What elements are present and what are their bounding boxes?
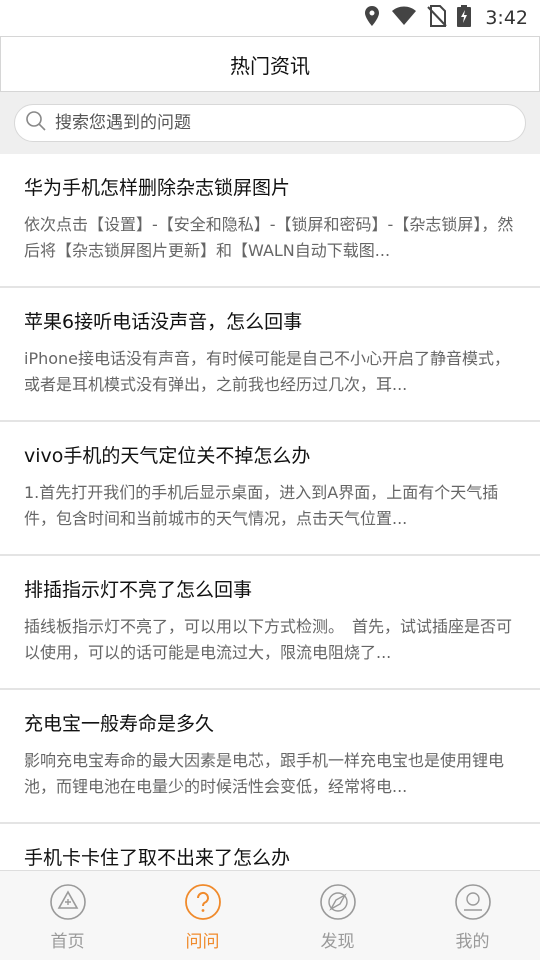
list-item[interactable]: 充电宝一般寿命是多久 影响充电宝寿命的最大因素是电芯，跟手机一样充电宝也是使用锂… xyxy=(0,690,540,824)
article-summary: 影响充电宝寿命的最大因素是电芯，跟手机一样充电宝也是使用锂电池，而锂电池在电量少… xyxy=(24,751,505,796)
header: 热门资讯 xyxy=(0,36,540,92)
compass-icon xyxy=(319,883,357,921)
search-icon xyxy=(25,110,47,136)
tab-profile[interactable]: 我的 xyxy=(405,871,540,960)
search-input[interactable] xyxy=(55,113,495,133)
status-bar: 3:42 xyxy=(0,0,540,36)
location-icon xyxy=(363,5,381,31)
clock: 3:42 xyxy=(485,7,528,29)
home-triangle-icon xyxy=(49,883,87,921)
article-title: 华为手机怎样删除杂志锁屏图片 xyxy=(24,177,291,199)
tab-home[interactable]: 首页 xyxy=(0,871,135,960)
tab-label: 首页 xyxy=(50,932,85,952)
wifi-icon xyxy=(391,6,417,30)
tab-label: 发现 xyxy=(320,932,355,952)
article-title: 充电宝一般寿命是多久 xyxy=(24,713,215,735)
no-sim-icon xyxy=(427,5,448,31)
question-icon xyxy=(184,883,222,921)
article-summary: 1.首先打开我们的手机后显示桌面，进入到A界面，上面有个天气插件，包含时间和当前… xyxy=(24,483,499,528)
list-item[interactable]: 排插指示灯不亮了怎么回事 插线板指示灯不亮了，可以用以下方式检测。 首先，试试插… xyxy=(0,556,540,690)
article-title: 排插指示灯不亮了怎么回事 xyxy=(24,579,253,601)
list-item[interactable]: 苹果6接听电话没声音，怎么回事 iPhone接电话没有声音，有时候可能是自己不小… xyxy=(0,288,540,422)
list-item[interactable]: vivo手机的天气定位关不掉怎么办 1.首先打开我们的手机后显示桌面，进入到A界… xyxy=(0,422,540,556)
article-summary: 依次点击【设置】-【安全和隐私】-【锁屏和密码】-【杂志锁屏】，然后将【杂志锁屏… xyxy=(24,215,514,260)
article-list: 华为手机怎样删除杂志锁屏图片 依次点击【设置】-【安全和隐私】-【锁屏和密码】-… xyxy=(0,154,540,870)
profile-icon xyxy=(454,883,492,921)
search-area xyxy=(0,92,540,154)
bottom-tab-bar: 首页 问问 发现 我的 xyxy=(0,870,540,960)
status-icons: 3:42 xyxy=(363,0,528,36)
search-box[interactable] xyxy=(14,104,526,142)
article-title: 苹果6接听电话没声音，怎么回事 xyxy=(24,311,303,333)
article-title: vivo手机的天气定位关不掉怎么办 xyxy=(24,445,311,467)
battery-charging-icon xyxy=(457,5,472,31)
tab-label: 问问 xyxy=(185,932,220,952)
tab-ask[interactable]: 问问 xyxy=(135,871,270,960)
article-title: 手机卡卡住了取不出来了怎么办 xyxy=(24,847,291,869)
article-summary: iPhone接电话没有声音，有时候可能是自己不小心开启了静音模式，或者是耳机模式… xyxy=(24,349,511,394)
tab-discover[interactable]: 发现 xyxy=(270,871,405,960)
list-item[interactable]: 华为手机怎样删除杂志锁屏图片 依次点击【设置】-【安全和隐私】-【锁屏和密码】-… xyxy=(0,154,540,288)
tab-label: 我的 xyxy=(455,932,490,952)
article-summary: 插线板指示灯不亮了，可以用以下方式检测。 首先，试试插座是否可以使用，可以的话可… xyxy=(24,617,513,662)
page-title: 热门资讯 xyxy=(230,53,310,78)
list-item[interactable]: 手机卡卡住了取不出来了怎么办 xyxy=(0,824,540,870)
